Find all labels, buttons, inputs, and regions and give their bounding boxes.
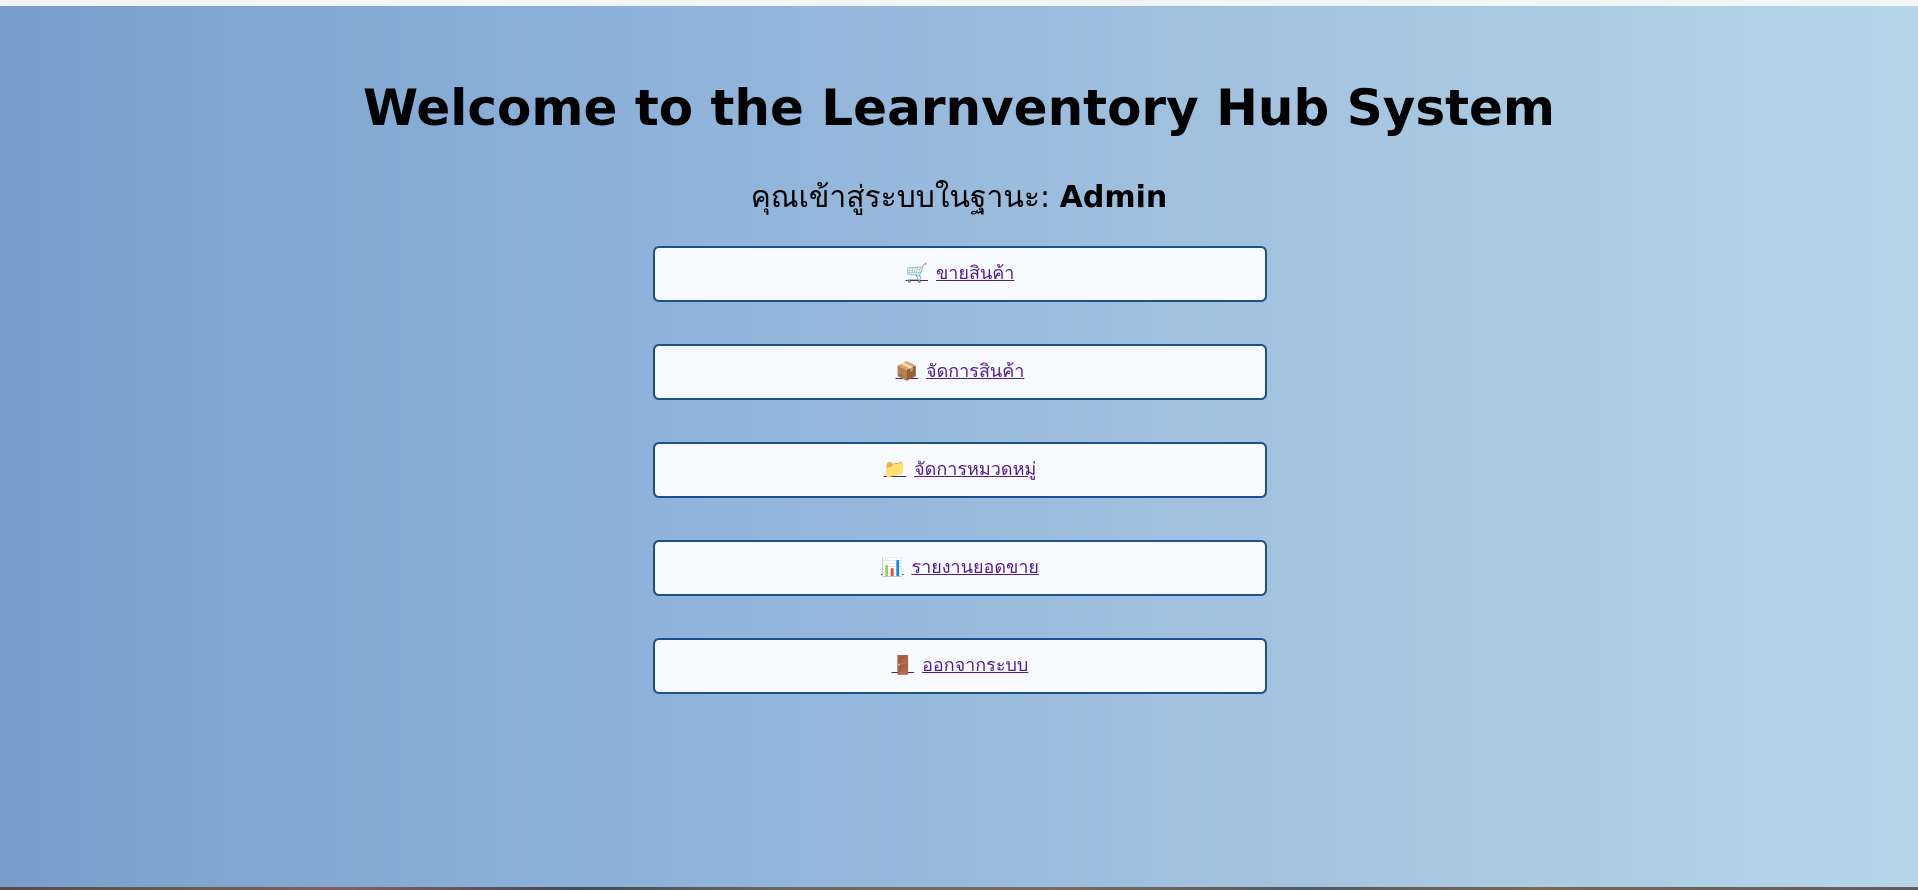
menu-item-logout[interactable]: 🚪 ออกจากระบบ: [653, 638, 1267, 694]
menu-item-manage-products[interactable]: 📦 จัดการสินค้า: [653, 344, 1267, 400]
page: Welcome to the Learnventory Hub System ค…: [0, 0, 1918, 890]
menu-item-sales-report[interactable]: 📊 รายงานยอดขาย: [653, 540, 1267, 596]
menu-item-label: ขายสินค้า: [936, 263, 1015, 284]
role-label: คุณเข้าสู่ระบบในฐานะ:: [750, 180, 1060, 215]
menu-item-manage-categories[interactable]: 📁 จัดการหมวดหมู่: [653, 442, 1267, 498]
menu-item-label: จัดการสินค้า: [926, 361, 1025, 382]
door-icon: 🚪: [891, 655, 915, 676]
logout-link[interactable]: 🚪 ออกจากระบบ: [892, 655, 1029, 677]
menu-item-label: รายงานยอดขาย: [911, 557, 1039, 578]
manage-products-link[interactable]: 📦 จัดการสินค้า: [896, 361, 1025, 383]
role-value: Admin: [1059, 180, 1168, 215]
package-icon: 📦: [895, 361, 919, 382]
sell-products-link[interactable]: 🛒 ขายสินค้า: [906, 263, 1015, 285]
menu-item-sell-products[interactable]: 🛒 ขายสินค้า: [653, 246, 1267, 302]
bar-chart-icon: 📊: [881, 557, 904, 578]
menu-item-label: ออกจากระบบ: [922, 655, 1029, 676]
sales-report-link[interactable]: 📊 รายงานยอดขาย: [881, 557, 1039, 579]
manage-categories-link[interactable]: 📁 จัดการหมวดหมู่: [884, 459, 1037, 481]
main-menu: 🛒 ขายสินค้า 📦 จัดการสินค้า 📁 จัดการหมวดห…: [653, 246, 1267, 736]
menu-item-label: จัดการหมวดหมู่: [914, 459, 1037, 480]
dashboard-background: Welcome to the Learnventory Hub System ค…: [0, 6, 1918, 887]
page-title: Welcome to the Learnventory Hub System: [363, 79, 1555, 137]
login-role: คุณเข้าสู่ระบบในฐานะ: Admin: [0, 178, 1918, 218]
shopping-cart-icon: 🛒: [905, 263, 928, 284]
folder-icon: 📁: [883, 459, 907, 480]
